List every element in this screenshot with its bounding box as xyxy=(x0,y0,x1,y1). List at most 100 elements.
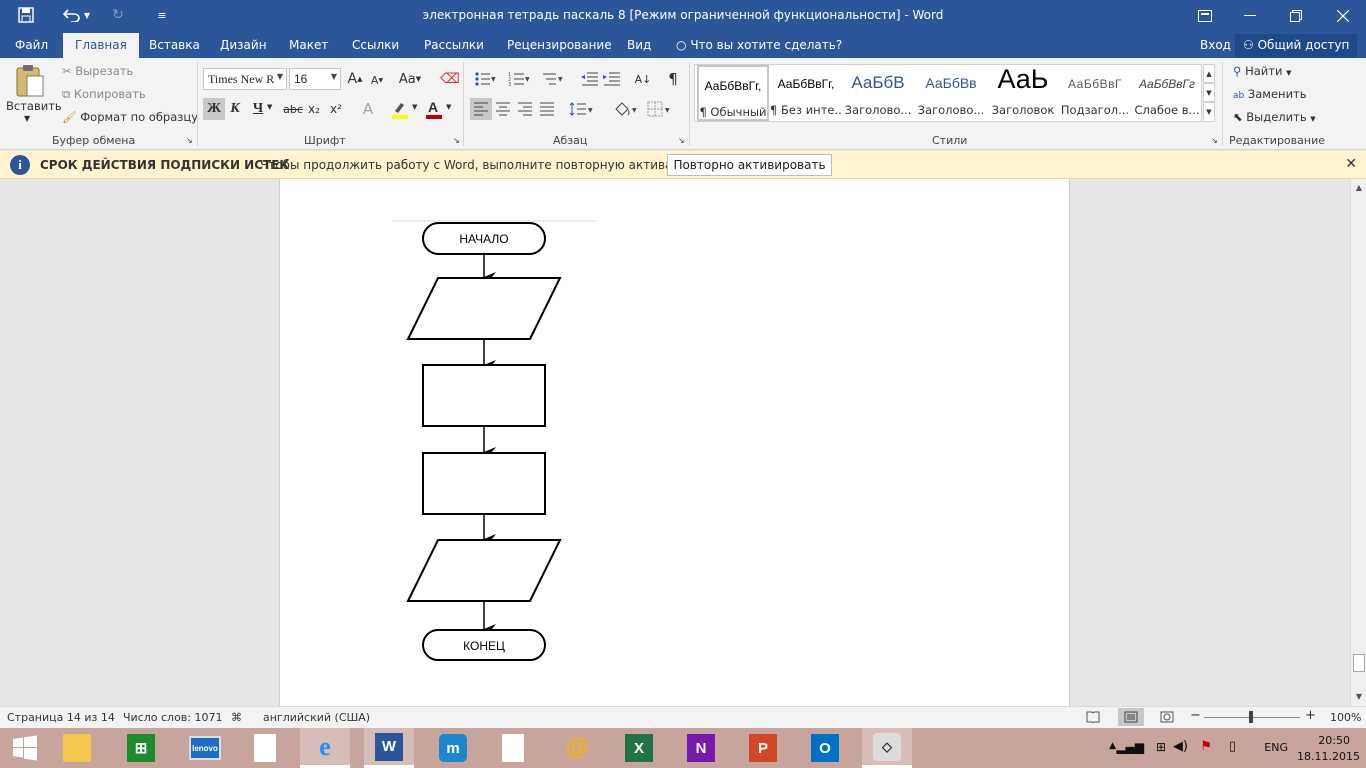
start-button[interactable] xyxy=(0,728,50,768)
paragraph-launcher-icon[interactable]: ↘ xyxy=(678,136,685,145)
taskbar-maxthon[interactable]: m xyxy=(428,728,478,768)
style-heading-1[interactable]: АаБбВ Заголово... xyxy=(842,65,914,121)
style-no-spacing[interactable]: АаБбВвГг, ¶ Без инте... xyxy=(770,65,842,121)
taskbar-store[interactable]: ⊞ xyxy=(116,728,166,768)
vertical-scrollbar[interactable]: ▲ ▼ xyxy=(1350,179,1366,706)
ribbon-display-options-icon[interactable] xyxy=(1182,0,1228,32)
superscript-button[interactable]: x² xyxy=(326,98,346,120)
select-button[interactable]: ⬉ Выделить ▼ xyxy=(1233,110,1316,124)
flowchart-process-shape[interactable] xyxy=(422,452,546,515)
taskbar-file-explorer[interactable] xyxy=(52,728,102,768)
style-subtle-emphasis[interactable]: АаБбВвГг Слабое в... xyxy=(1131,65,1203,121)
scroll-up-icon[interactable]: ▲ xyxy=(1352,181,1366,195)
replace-button[interactable]: ab Заменить xyxy=(1233,87,1307,101)
decrease-indent-icon[interactable] xyxy=(580,68,600,90)
taskbar-document-2[interactable] xyxy=(488,728,538,768)
document-page[interactable]: НАЧАЛО КОНЕЦ xyxy=(279,179,1070,706)
strikethrough-button[interactable]: abc xyxy=(282,98,304,120)
styles-launcher-icon[interactable]: ↘ xyxy=(1211,136,1218,145)
subscript-button[interactable]: x₂ xyxy=(304,98,324,120)
font-color-dropdown-icon[interactable]: ▼ xyxy=(446,103,451,111)
print-layout-icon[interactable] xyxy=(1118,708,1144,726)
tab-view[interactable]: Вид xyxy=(627,38,651,52)
close-icon[interactable]: ✕ xyxy=(1345,156,1357,172)
web-layout-icon[interactable] xyxy=(1160,711,1174,726)
font-name-combo[interactable]: Times New R ▼ xyxy=(203,68,287,90)
shading-icon[interactable]: ▼ xyxy=(610,98,640,120)
paste-dropdown-icon[interactable]: ▼ xyxy=(24,114,30,123)
italic-button[interactable]: К xyxy=(226,98,244,120)
input-language[interactable]: ENG xyxy=(1264,741,1288,754)
text-effects-icon[interactable]: A xyxy=(356,98,380,120)
tab-insert[interactable]: Вставка xyxy=(149,38,200,52)
page-count[interactable]: Страница 14 из 14 xyxy=(7,711,115,724)
grow-font-button[interactable]: A ▲ xyxy=(346,69,364,89)
bullets-icon[interactable]: ▼ xyxy=(470,68,500,90)
paste-label[interactable]: Вставить xyxy=(6,99,62,113)
reactivate-button[interactable]: Повторно активировать xyxy=(667,154,832,176)
read-mode-icon[interactable] xyxy=(1086,711,1100,726)
cut-button[interactable]: ✂ Вырезать xyxy=(62,64,133,78)
font-size-combo[interactable]: 16 ▼ xyxy=(289,68,341,90)
styles-more-icon[interactable]: ▼ xyxy=(1203,102,1215,122)
style-title[interactable]: АаЬ Заголовок xyxy=(987,65,1059,121)
close-button[interactable] xyxy=(1320,0,1366,32)
zoom-in-icon[interactable]: + xyxy=(1305,708,1316,723)
multilevel-list-icon[interactable]: ▼ xyxy=(538,68,568,90)
tab-layout[interactable]: Макет xyxy=(289,38,328,52)
show-formatting-marks-icon[interactable]: ¶ xyxy=(663,68,683,90)
tab-mailings[interactable]: Рассылки xyxy=(424,38,484,52)
find-button[interactable]: ⚲ Найти ▼ xyxy=(1233,64,1291,78)
style-normal[interactable]: АаБбВвГг, ¶ Обычный xyxy=(697,65,769,121)
underline-button[interactable]: Ч xyxy=(249,98,267,120)
sort-icon[interactable]: A↓ xyxy=(633,68,653,90)
restore-button[interactable] xyxy=(1273,0,1319,32)
battery-icon[interactable]: ▯ xyxy=(1229,739,1236,754)
zoom-slider-thumb[interactable] xyxy=(1249,711,1253,723)
action-center-icon[interactable]: ⊞ xyxy=(1156,740,1166,754)
flowchart-output-shape[interactable] xyxy=(406,539,562,602)
flag-icon[interactable]: ⚑ xyxy=(1200,739,1212,754)
taskbar-outlook[interactable]: O xyxy=(800,728,850,768)
scroll-down-icon[interactable]: ▼ xyxy=(1352,690,1366,704)
highlight-color-icon[interactable] xyxy=(388,98,412,120)
zoom-level[interactable]: 100% xyxy=(1330,711,1361,724)
minimize-button[interactable] xyxy=(1227,0,1273,32)
taskbar-powerpoint[interactable]: P xyxy=(738,728,788,768)
taskbar-document[interactable] xyxy=(240,728,290,768)
flowchart-input-shape[interactable] xyxy=(406,277,562,340)
tab-review[interactable]: Рецензирование xyxy=(507,38,612,52)
line-spacing-icon[interactable]: ▼ xyxy=(566,98,596,120)
highlight-dropdown-icon[interactable]: ▼ xyxy=(412,103,417,111)
flowchart-process-shape[interactable] xyxy=(422,364,546,427)
borders-icon[interactable]: ▼ xyxy=(644,98,674,120)
clipboard-launcher-icon[interactable]: ↘ xyxy=(186,136,193,145)
proofing-icon[interactable]: ⌘ xyxy=(231,711,242,724)
taskbar-mail-agent[interactable]: @ xyxy=(552,728,602,768)
bold-button[interactable]: Ж xyxy=(203,98,225,120)
font-launcher-icon[interactable]: ↘ xyxy=(453,136,460,145)
signin-link[interactable]: Вход xyxy=(1200,38,1231,52)
tab-design[interactable]: Дизайн xyxy=(220,38,267,52)
copy-button[interactable]: ⧉ Копировать xyxy=(62,87,146,102)
share-button[interactable]: ⚇ Общий доступ xyxy=(1235,34,1358,58)
taskbar-internet-explorer[interactable]: e xyxy=(300,728,350,768)
taskbar-lenovo[interactable]: lenovo xyxy=(180,728,230,768)
clock-date[interactable]: 18.11.2015 xyxy=(1297,750,1360,763)
justify-icon[interactable] xyxy=(536,98,558,120)
numbering-icon[interactable]: 1 2 3 ▼ xyxy=(504,68,534,90)
taskbar-excel[interactable]: X xyxy=(614,728,664,768)
taskbar-onenote[interactable]: N xyxy=(676,728,726,768)
volume-icon[interactable]: ◀) xyxy=(1173,739,1188,754)
align-center-icon[interactable] xyxy=(492,98,514,120)
change-case-button[interactable]: Aa ▼ xyxy=(396,69,424,89)
increase-indent-icon[interactable] xyxy=(602,68,622,90)
shrink-font-button[interactable]: A ▼ xyxy=(368,71,386,89)
clock-time[interactable]: 20:50 xyxy=(1318,734,1350,747)
tab-home[interactable]: Главная xyxy=(63,33,139,58)
taskbar-dia[interactable]: ◇ xyxy=(862,728,912,768)
taskbar-word[interactable]: W xyxy=(364,728,414,768)
scroll-thumb[interactable] xyxy=(1353,654,1365,672)
paste-icon[interactable] xyxy=(10,62,50,102)
show-hidden-icons-icon[interactable]: ▲ xyxy=(1109,741,1116,751)
